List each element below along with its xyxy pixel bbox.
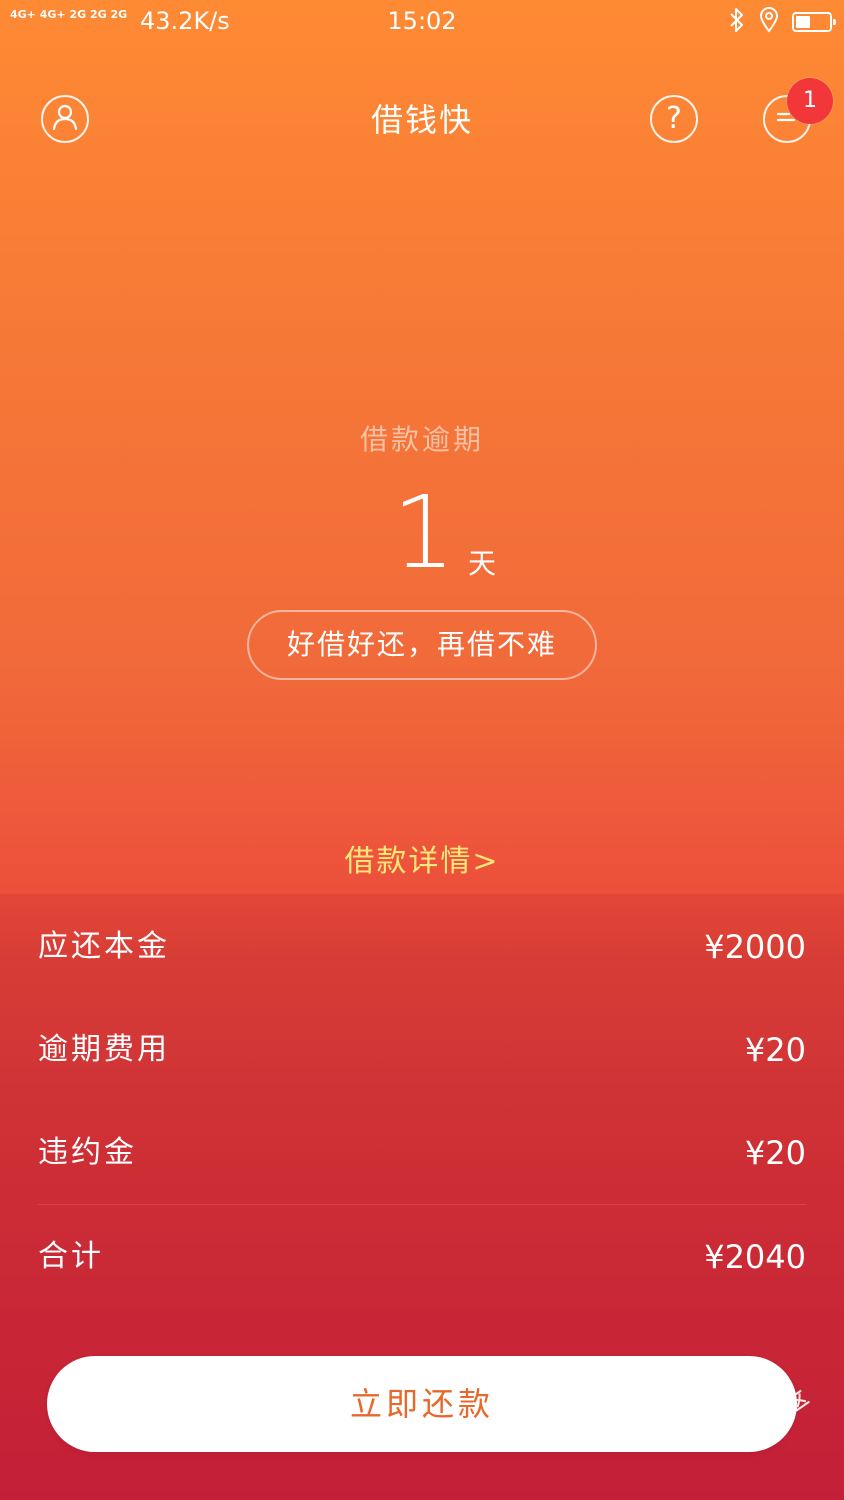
- penalty-value: ¥20: [744, 1134, 806, 1172]
- total-value: ¥2040: [704, 1238, 806, 1276]
- principal-label: 应还本金: [38, 929, 170, 964]
- principal-value: ¥2000: [704, 928, 806, 966]
- notification-badge: 1: [787, 78, 833, 124]
- penalty-row: 违约金 ¥20: [38, 1123, 806, 1183]
- overdue-fee-row: 逾期费用 ¥20: [38, 1020, 806, 1080]
- overdue-days: 1 天: [0, 478, 844, 588]
- header-bar: 借钱快 ?: [0, 70, 844, 170]
- location-icon: [758, 7, 780, 37]
- bluetooth-icon: [728, 7, 746, 37]
- help-button[interactable]: ?: [650, 95, 698, 143]
- app-screen: 4G+ 4G+ 2G 2G 2G 43.2K/s 15:02 借钱快 ? 1 借…: [0, 0, 844, 1500]
- status-icons: [728, 7, 836, 37]
- loan-details-link[interactable]: 借款详情>: [0, 840, 844, 884]
- battery-icon: [792, 12, 836, 32]
- help-icon: ?: [666, 101, 682, 136]
- repay-now-button[interactable]: 立即还款: [47, 1356, 797, 1452]
- overdue-fee-value: ¥20: [744, 1031, 806, 1069]
- overdue-label: 借款逾期: [359, 423, 484, 456]
- page-title: 借钱快: [370, 101, 473, 139]
- total-divider: [38, 1204, 806, 1205]
- overdue-days-number: 1: [392, 474, 456, 591]
- overdue-fee-label: 逾期费用: [38, 1032, 170, 1067]
- clock: 15:02: [387, 7, 457, 35]
- penalty-label: 违约金: [38, 1135, 137, 1170]
- battery-level: [796, 16, 810, 28]
- slogan-pill: 好借好还，再借不难: [247, 610, 597, 680]
- overdue-days-unit: 天: [468, 547, 497, 580]
- principal-row: 应还本金 ¥2000: [38, 917, 806, 977]
- total-label: 合计: [38, 1239, 104, 1274]
- total-row: 合计 ¥2040: [38, 1227, 806, 1287]
- status-bar: 4G+ 4G+ 2G 2G 2G 43.2K/s 15:02: [0, 0, 844, 44]
